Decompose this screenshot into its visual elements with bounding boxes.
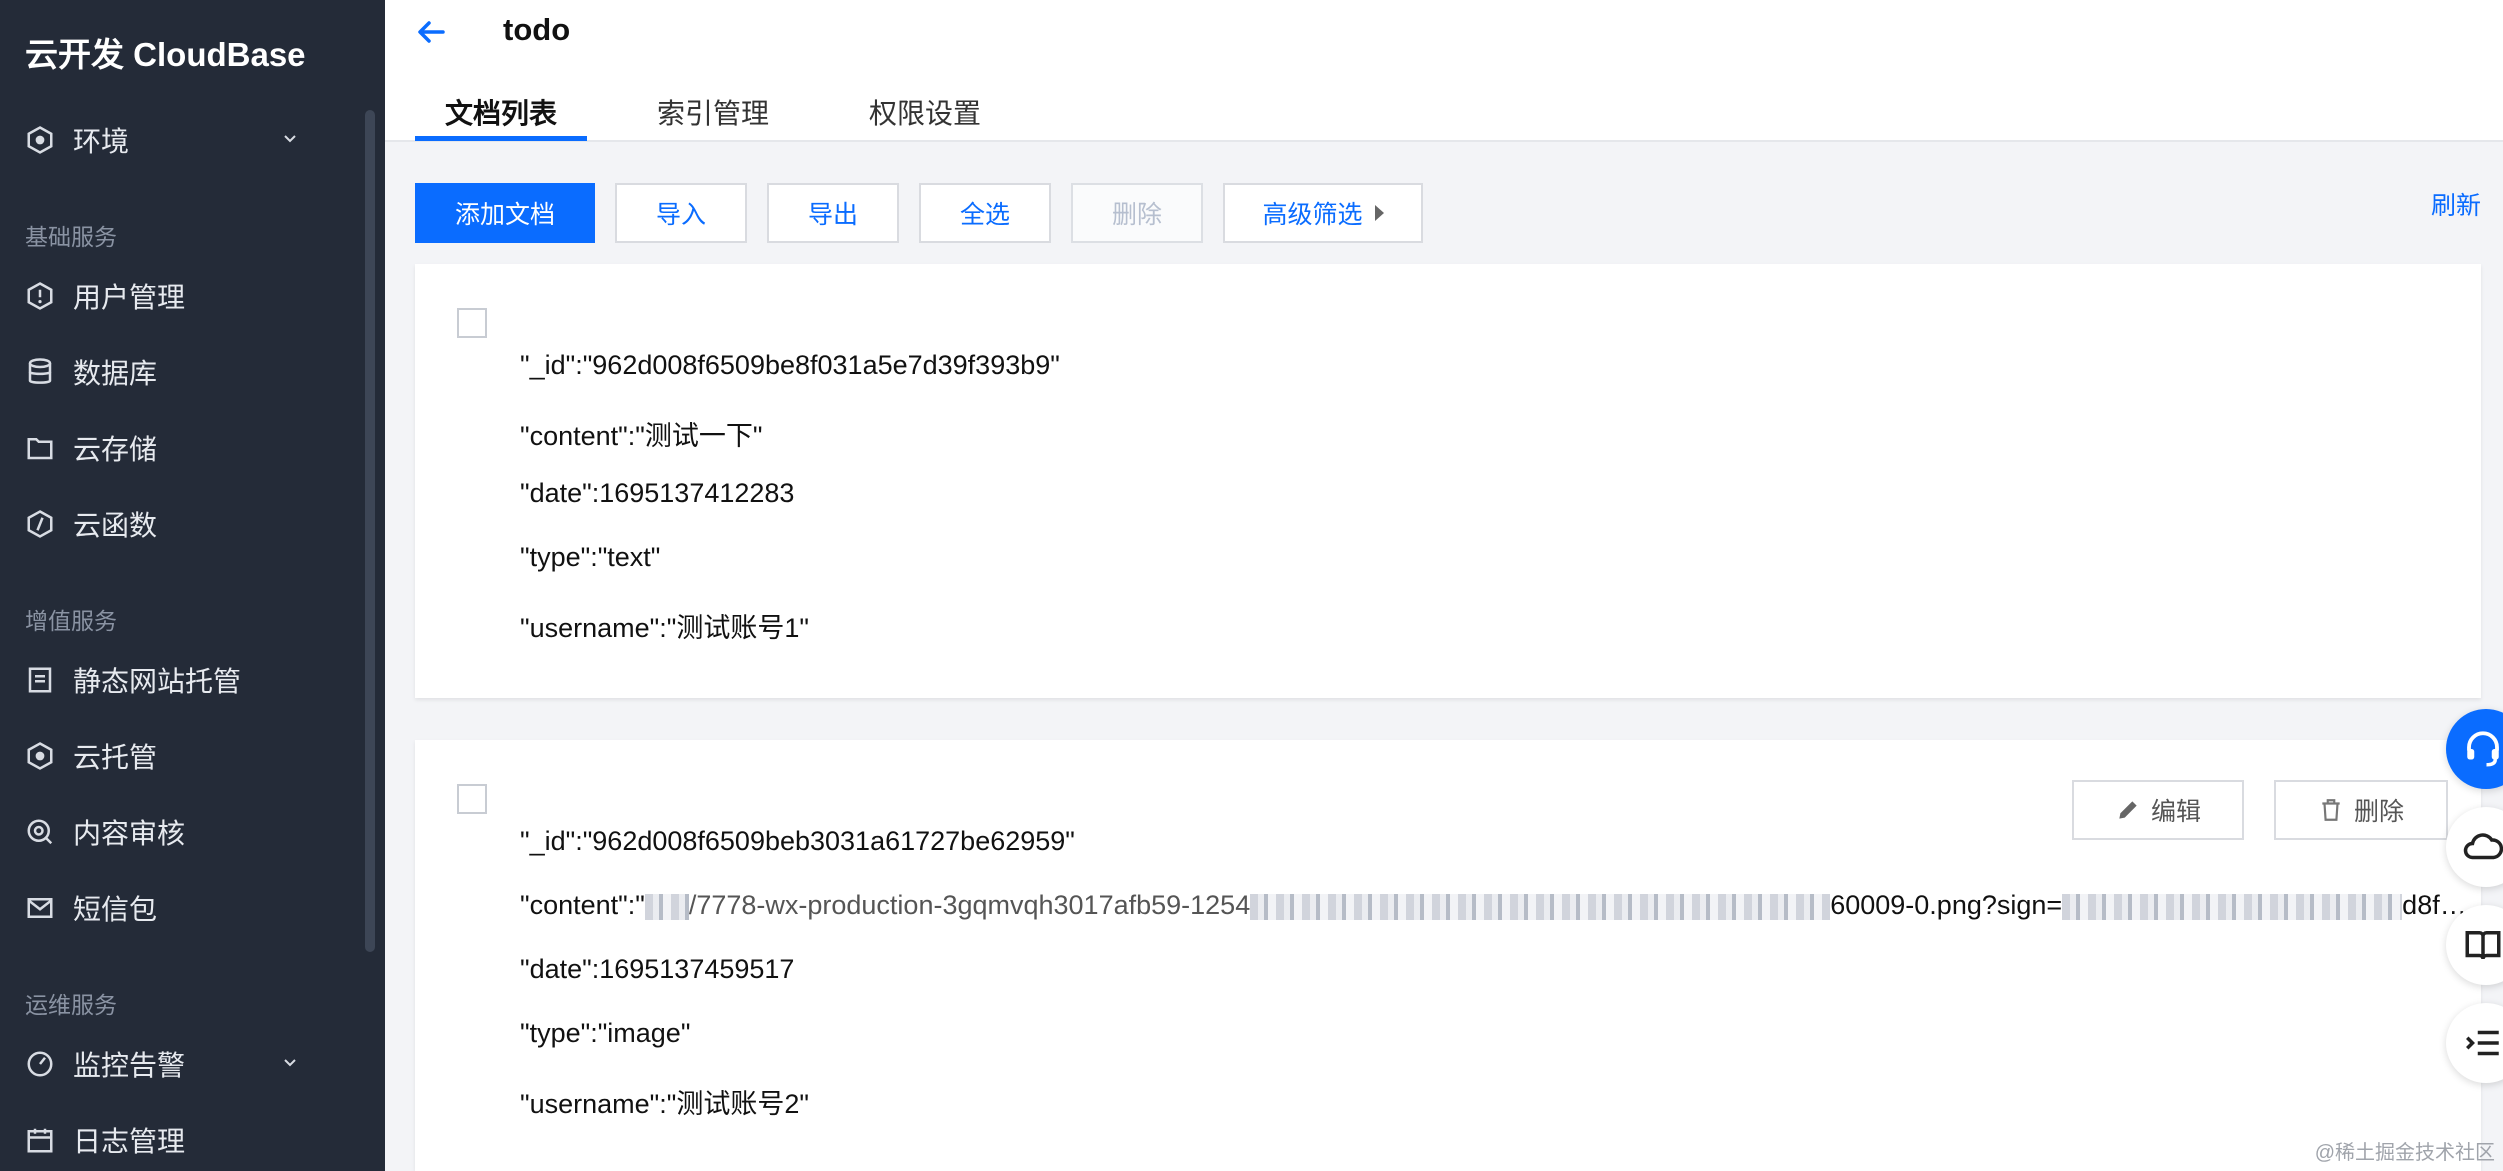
document-card: "_id":"962d008f6509be8f031a5e7d39f393b9"… [415, 264, 2481, 698]
hexagon-icon [25, 125, 55, 155]
content-prefix: "content":" [520, 890, 645, 920]
sidebar-item-logs[interactable]: 日志管理 [0, 1110, 360, 1170]
sidebar-item-content-review[interactable]: 内容审核 [0, 802, 360, 862]
brand-title: 云开发 CloudBase [25, 36, 306, 73]
doc-field-type: "type":"image" [520, 1018, 691, 1048]
tab-document-list[interactable]: 文档列表 [445, 92, 557, 132]
doc-field-date: "date":1695137412283 [520, 478, 795, 508]
function-icon [25, 509, 55, 539]
sidebar-item-label: 数据库 [73, 358, 158, 389]
sidebar: 云开发 CloudBase 环境 基础服务 用户管理 数据库 云存储 云函数 增… [0, 0, 385, 1171]
user-shield-icon [25, 281, 55, 311]
active-tab-indicator [415, 136, 587, 141]
calendar-icon [25, 1125, 55, 1155]
headset-icon [2467, 731, 2499, 767]
document-icon [25, 665, 55, 695]
advanced-filter-button[interactable]: 高级筛选 [1223, 183, 1423, 243]
review-search-icon [25, 817, 55, 847]
gauge-icon [25, 1049, 55, 1079]
tab-permission-settings[interactable]: 权限设置 [869, 92, 981, 132]
sidebar-item-label: 监控告警 [73, 1050, 186, 1081]
blurred-text [1250, 893, 1831, 920]
sidebar-item-cloud-hosting[interactable]: 云托管 [0, 726, 360, 786]
doc-field-id: "_id":"962d008f6509beb3031a61727be62959" [520, 826, 1075, 856]
sidebar-scrollbar[interactable] [365, 110, 375, 952]
indent-list-icon [2466, 1030, 2499, 1056]
delete-button[interactable]: 删除 [1071, 183, 1203, 243]
pencil-icon [2119, 801, 2137, 819]
sidebar-item-label: 环境 [73, 126, 130, 157]
mail-icon [25, 893, 55, 923]
tab-index-management[interactable]: 索引管理 [657, 92, 769, 132]
back-arrow-icon[interactable] [413, 14, 449, 50]
content-url-suffix: 60009-0.png?sign= [1830, 890, 2063, 920]
sidebar-item-database[interactable]: 数据库 [0, 342, 360, 402]
sidebar-item-label: 静态网站托管 [73, 666, 242, 697]
trash-icon [2322, 799, 2340, 821]
blurred-text [2062, 893, 2403, 920]
caret-right-icon [1374, 205, 1384, 221]
nav-group-value: 增值服务 [25, 608, 117, 634]
export-button[interactable]: 导出 [767, 183, 899, 243]
sidebar-item-label: 短信包 [73, 894, 158, 925]
doc-field-id: "_id":"962d008f6509be8f031a5e7d39f393b9" [520, 350, 1060, 380]
book-icon [2465, 931, 2501, 960]
chevron-down-icon [284, 1059, 296, 1067]
sidebar-item-label: 云存储 [73, 434, 158, 465]
content-url-fragment: /7778-wx-production-3gqmvqh3017afb59-125… [688, 890, 1251, 920]
sidebar-item-users[interactable]: 用户管理 [0, 266, 360, 326]
delete-label: 删除 [2353, 798, 2404, 826]
sidebar-item-label: 内容审核 [73, 818, 186, 849]
advanced-filter-label: 高级筛选 [1262, 201, 1363, 229]
document-checkbox[interactable] [457, 308, 487, 338]
sidebar-item-label: 云函数 [73, 510, 158, 541]
content-tail: d8f… [2402, 890, 2465, 920]
doc-field-username: "username":"测试账号2" [520, 1089, 809, 1119]
sidebar-item-label: 用户管理 [73, 282, 186, 313]
doc-field-username: "username":"测试账号1" [520, 613, 809, 643]
document-checkbox[interactable] [457, 784, 487, 814]
hexagon-icon [25, 741, 55, 771]
page-title: todo [503, 12, 571, 47]
database-icon [25, 357, 55, 387]
sidebar-item-static-hosting[interactable]: 静态网站托管 [0, 650, 360, 710]
document-card: 编辑 删除 "_id":"962d008f6509beb3031a61727be… [415, 740, 2481, 1171]
sidebar-item-label: 日志管理 [73, 1126, 186, 1157]
import-button[interactable]: 导入 [615, 183, 747, 243]
edit-button[interactable]: 编辑 [2072, 780, 2244, 840]
cloud-icon [2463, 833, 2503, 860]
add-document-button[interactable]: 添加文档 [415, 183, 595, 243]
nav-group-ops: 运维服务 [25, 992, 117, 1018]
sidebar-item-monitoring[interactable]: 监控告警 [0, 1034, 360, 1094]
sidebar-item-sms[interactable]: 短信包 [0, 878, 360, 938]
chevron-down-icon [284, 135, 296, 143]
delete-document-button[interactable]: 删除 [2274, 780, 2448, 840]
page-header: todo 文档列表 索引管理 权限设置 [385, 0, 2503, 142]
doc-field-content: "content":"测试一下" [520, 421, 763, 451]
sidebar-item-storage[interactable]: 云存储 [0, 418, 360, 478]
sidebar-item-env[interactable]: 环境 [0, 110, 360, 170]
sidebar-item-label: 云托管 [73, 742, 158, 773]
select-all-button[interactable]: 全选 [919, 183, 1051, 243]
nav-group-basic: 基础服务 [25, 224, 117, 250]
folder-icon [25, 433, 55, 463]
blurred-text [644, 893, 689, 920]
refresh-link[interactable]: 刷新 [2431, 186, 2481, 222]
sidebar-item-functions[interactable]: 云函数 [0, 494, 360, 554]
doc-field-date: "date":1695137459517 [520, 954, 795, 984]
watermark: @稀土掘金技术社区 [2314, 1142, 2495, 1164]
doc-field-type: "type":"text" [520, 542, 661, 572]
edit-label: 编辑 [2150, 798, 2201, 826]
doc-field-content: "content":" /7778-wx-production-3gqmvqh30… [520, 890, 2465, 921]
